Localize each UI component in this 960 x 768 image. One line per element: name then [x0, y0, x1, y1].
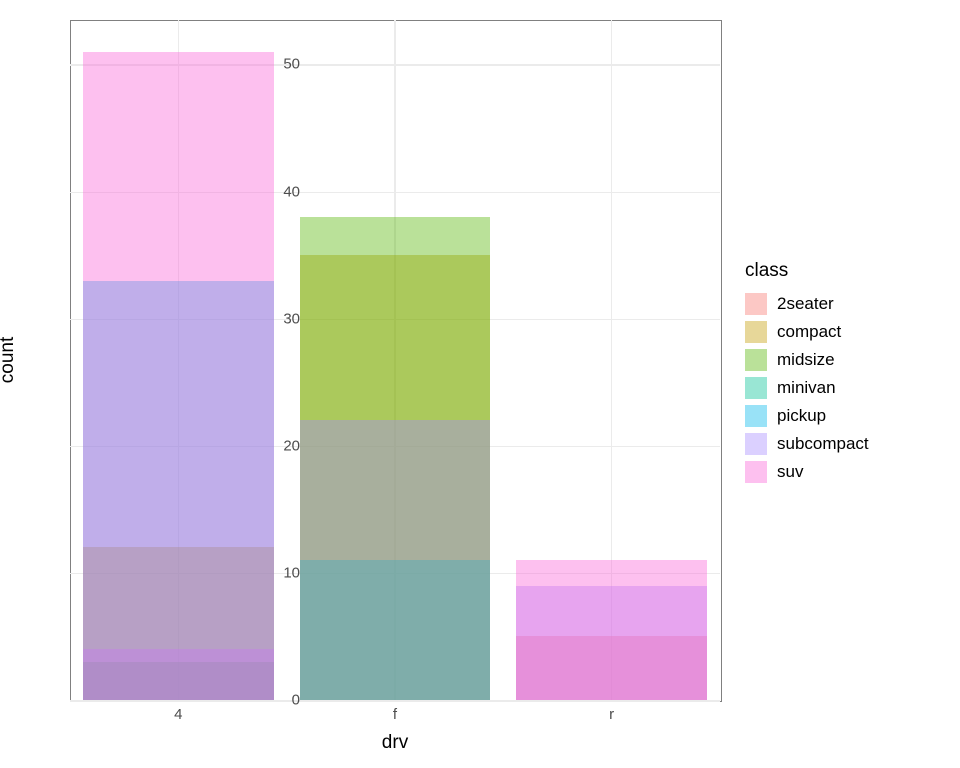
- legend-item: 2seater: [745, 290, 869, 318]
- legend-swatch: [745, 293, 767, 315]
- legend-label: midsize: [777, 350, 835, 370]
- bar-subcompact: [300, 420, 491, 700]
- legend-label: compact: [777, 322, 841, 342]
- x-axis-title: drv: [382, 732, 408, 754]
- legend-swatch: [745, 433, 767, 455]
- plot-panel: [70, 20, 720, 700]
- legend-label: 2seater: [777, 294, 834, 314]
- bar-suv: [83, 52, 274, 700]
- bar-suv: [516, 560, 707, 700]
- y-tick-label: 0: [260, 692, 300, 709]
- legend-item: midsize: [745, 346, 869, 374]
- figure: 0 10 20 30 40 50 4 f r count drv class 2…: [0, 0, 960, 768]
- y-tick-label: 50: [260, 56, 300, 73]
- x-tick-label: f: [393, 706, 397, 723]
- legend-swatch: [745, 321, 767, 343]
- legend-item: pickup: [745, 402, 869, 430]
- y-tick-label: 30: [260, 310, 300, 327]
- legend-label: suv: [777, 462, 803, 482]
- legend-item: suv: [745, 458, 869, 486]
- legend-label: subcompact: [777, 434, 869, 454]
- gridline-h: [70, 700, 720, 702]
- x-tick-label: 4: [174, 706, 182, 723]
- y-tick-label: 20: [260, 437, 300, 454]
- x-tick-label: r: [609, 706, 614, 723]
- legend-item: subcompact: [745, 430, 869, 458]
- legend-swatch: [745, 377, 767, 399]
- legend-title: class: [745, 260, 869, 282]
- legend-item: minivan: [745, 374, 869, 402]
- legend-swatch: [745, 349, 767, 371]
- y-tick-label: 10: [260, 564, 300, 581]
- y-tick-label: 40: [260, 183, 300, 200]
- legend-swatch: [745, 405, 767, 427]
- legend-label: pickup: [777, 406, 826, 426]
- legend-item: compact: [745, 318, 869, 346]
- legend-swatch: [745, 461, 767, 483]
- legend-label: minivan: [777, 378, 836, 398]
- legend: class 2seater compact midsize minivan pickup…: [745, 260, 869, 486]
- y-axis-title: count: [0, 337, 19, 383]
